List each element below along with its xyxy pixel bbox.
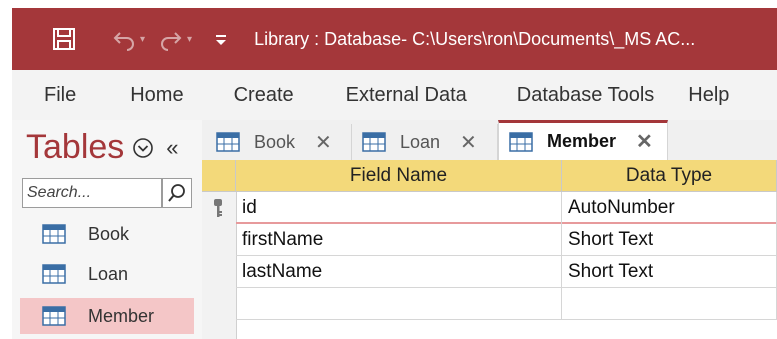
save-icon[interactable] <box>52 27 76 51</box>
collapse-pane-icon[interactable]: « <box>166 135 178 161</box>
tab-home[interactable]: Home <box>130 84 183 107</box>
table-icon <box>42 306 66 326</box>
title-bar: ▾ ▾ Library : Database- C:\Users\ron\Doc… <box>12 8 777 70</box>
undo-dropdown-icon[interactable]: ▾ <box>140 34 145 45</box>
window-title: Library : Database- C:\Users\ron\Documen… <box>254 28 696 49</box>
nav-item-label: Member <box>88 305 155 326</box>
nav-item-label: Book <box>88 223 130 244</box>
tab-file[interactable]: File <box>44 84 76 107</box>
doc-tab-label: Book <box>254 131 296 152</box>
search-icon[interactable] <box>162 178 192 208</box>
primary-key-icon <box>210 197 226 219</box>
table-icon <box>42 264 66 284</box>
data-type-cell[interactable]: AutoNumber <box>562 192 777 224</box>
close-icon[interactable]: ✕ <box>315 130 332 155</box>
tab-database-tools[interactable]: Database Tools <box>517 84 655 107</box>
design-grid: Field Name Data Type id AutoNumber first… <box>202 160 777 339</box>
table-row[interactable]: firstName Short Text <box>236 224 777 256</box>
customize-toolbar-icon[interactable] <box>214 32 228 46</box>
table-row[interactable]: id AutoNumber <box>236 192 777 224</box>
nav-item-member[interactable]: Member <box>20 298 194 334</box>
ribbon-tabs: File Home Create External Data Database … <box>12 70 777 120</box>
table-row-empty[interactable] <box>236 288 777 320</box>
field-name-cell[interactable]: firstName <box>236 224 562 256</box>
nav-title[interactable]: Tables <box>26 128 124 167</box>
redo-icon[interactable] <box>157 27 185 51</box>
table-icon <box>216 132 240 152</box>
doc-tab-book[interactable]: Book ✕ <box>206 124 352 160</box>
column-header-data-type[interactable]: Data Type <box>562 160 777 192</box>
document-area: Book ✕ Loan ✕ Member ✕ Field Name Data T… <box>202 120 777 339</box>
doc-tab-member[interactable]: Member ✕ <box>498 120 668 160</box>
close-icon[interactable]: ✕ <box>460 130 477 155</box>
table-row[interactable]: lastName Short Text <box>236 256 777 288</box>
nav-item-loan[interactable]: Loan <box>20 256 194 292</box>
tab-help[interactable]: Help <box>688 84 729 107</box>
navigation-pane: Tables « Search... Book Loan Member <box>12 120 202 339</box>
field-name-cell[interactable]: id <box>236 192 562 224</box>
undo-icon[interactable] <box>110 27 138 51</box>
data-type-cell[interactable]: Short Text <box>562 224 777 256</box>
data-type-cell[interactable]: Short Text <box>562 256 777 288</box>
search-input[interactable]: Search... <box>22 178 162 208</box>
doc-tab-label: Loan <box>400 131 441 152</box>
tab-external-data[interactable]: External Data <box>346 84 467 107</box>
close-icon[interactable]: ✕ <box>636 129 653 154</box>
nav-item-label: Loan <box>88 263 129 284</box>
doc-tab-label: Member <box>547 131 617 151</box>
chevron-down-circle-icon[interactable] <box>132 137 154 159</box>
grid-corner[interactable] <box>202 160 236 192</box>
data-type-cell[interactable] <box>562 288 777 320</box>
nav-header: Tables « <box>26 128 179 167</box>
tab-create[interactable]: Create <box>234 84 294 107</box>
table-icon <box>42 224 66 244</box>
redo-dropdown-icon[interactable]: ▾ <box>187 34 192 45</box>
table-icon <box>362 132 386 152</box>
table-icon <box>509 131 533 152</box>
document-tab-bar: Book ✕ Loan ✕ Member ✕ <box>202 120 777 161</box>
field-name-cell[interactable]: lastName <box>236 256 562 288</box>
doc-tab-loan[interactable]: Loan ✕ <box>352 124 498 160</box>
column-header-field-name[interactable]: Field Name <box>236 160 562 192</box>
nav-item-book[interactable]: Book <box>20 216 194 252</box>
field-name-cell[interactable] <box>236 288 562 320</box>
